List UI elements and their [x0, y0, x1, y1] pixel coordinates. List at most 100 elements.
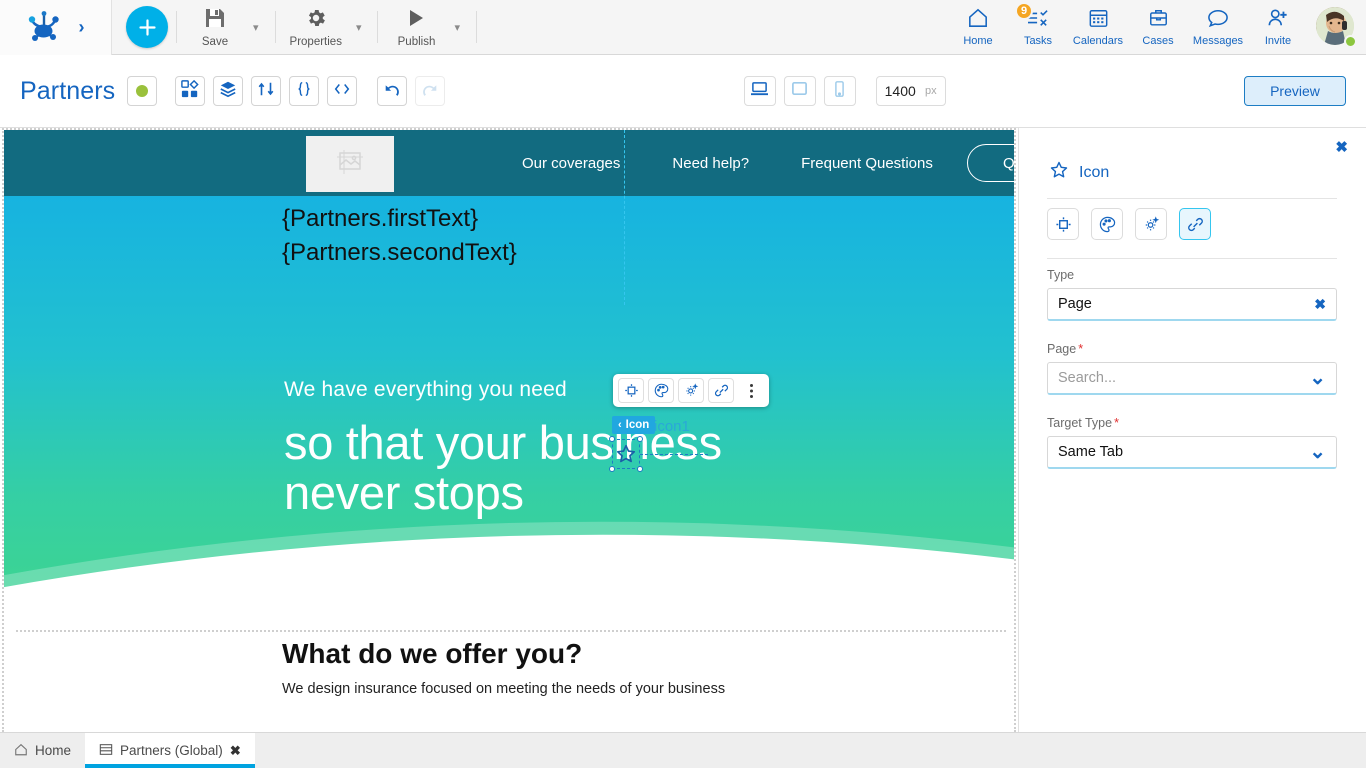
link-chain-icon[interactable] [708, 378, 734, 403]
close-icon[interactable]: ✖ [230, 743, 241, 759]
publish-button[interactable]: Publish [386, 2, 446, 52]
chevron-down-icon[interactable]: ⌄ [1309, 368, 1326, 388]
field-target-type-label: Target Type * [1047, 416, 1337, 430]
image-placeholder-icon [335, 149, 365, 180]
briefcase-icon [1148, 8, 1169, 33]
offer-section-subtitle[interactable]: We design insurance focused on meeting t… [282, 681, 725, 697]
canvas-width-value: 1400 [884, 83, 916, 99]
variable-text-block[interactable]: {Partners.firstText} {Partners.secondTex… [282, 202, 517, 270]
home-outline-icon [14, 743, 28, 759]
offer-section-title[interactable]: What do we offer you? [282, 638, 582, 670]
code-button[interactable] [327, 76, 358, 106]
redo-icon [421, 80, 439, 103]
selection-breadcrumb-badge[interactable]: ‹ Icon [612, 416, 656, 434]
nav-cases[interactable]: Cases [1128, 2, 1188, 52]
redo-button[interactable] [415, 76, 446, 106]
properties-button[interactable]: Properties [284, 2, 348, 52]
nav-tasks[interactable]: 9 Tasks [1008, 2, 1068, 52]
required-marker: * [1114, 416, 1119, 430]
avatar[interactable] [1316, 7, 1357, 48]
expand-panel-icon[interactable]: › [79, 18, 85, 36]
chevron-left-icon: ‹ [618, 419, 622, 431]
save-button[interactable]: Save [185, 2, 245, 52]
properties-dropdown-icon[interactable]: ▾ [348, 21, 370, 34]
tab-settings[interactable] [1135, 208, 1167, 240]
clear-icon[interactable]: ✖ [1314, 296, 1326, 313]
site-header: Our coverages Need help? Frequent Questi… [4, 130, 1014, 196]
platform-logo-icon[interactable] [27, 10, 61, 44]
resize-handle[interactable] [609, 436, 615, 442]
add-button[interactable] [126, 6, 168, 48]
layers-icon [219, 80, 237, 103]
publish-dropdown-icon[interactable]: ▾ [446, 21, 468, 34]
device-mobile-button[interactable] [823, 76, 856, 106]
site-preview: Our coverages Need help? Frequent Questi… [4, 130, 1014, 710]
nav-messages[interactable]: Messages [1188, 2, 1248, 52]
data-flow-icon [257, 80, 275, 103]
selection-badge-label: Icon [625, 419, 650, 431]
close-icon[interactable]: ✖ [1335, 138, 1348, 156]
save-disk-icon [204, 7, 226, 34]
layers-button[interactable] [213, 76, 244, 106]
move-resize-icon[interactable] [618, 378, 644, 403]
tab-link[interactable] [1179, 208, 1211, 240]
divider [1047, 198, 1337, 199]
nav-home-label: Home [963, 34, 993, 47]
device-tablet-button[interactable] [783, 76, 816, 106]
field-target-type-value: Same Tab [1058, 444, 1124, 460]
field-page-control[interactable]: Search... ⌄ [1047, 362, 1337, 395]
divider [377, 11, 379, 43]
data-flow-button[interactable] [251, 76, 282, 106]
site-nav-link[interactable]: Need help? [672, 155, 749, 172]
site-cta-button[interactable]: Q [967, 144, 1014, 182]
bottom-tab-home[interactable]: Home [0, 733, 85, 768]
undo-button[interactable] [377, 76, 408, 106]
braces-button[interactable] [289, 76, 320, 106]
nav-invite[interactable]: Invite [1248, 2, 1308, 52]
chevron-down-icon[interactable]: ⌄ [1309, 442, 1326, 462]
save-dropdown-icon[interactable]: ▾ [245, 21, 267, 34]
device-desktop-button[interactable] [743, 76, 776, 106]
divider [1047, 258, 1337, 259]
palette-icon[interactable] [648, 378, 674, 403]
field-type-control[interactable]: Page ✖ [1047, 288, 1337, 321]
editor-canvas[interactable]: Our coverages Need help? Frequent Questi… [0, 128, 1018, 732]
logo-zone: › [0, 0, 112, 55]
page-status-badge[interactable] [127, 76, 158, 106]
selected-icon-element[interactable] [609, 436, 643, 472]
tasks-badge: 9 [1015, 2, 1033, 20]
site-nav-link[interactable]: Our coverages [522, 155, 620, 172]
page-title: Partners [20, 76, 116, 105]
play-triangle-icon [405, 7, 427, 34]
components-grid-button[interactable] [175, 76, 206, 106]
alignment-guide [624, 130, 625, 305]
tab-layout[interactable] [1047, 208, 1079, 240]
undo-icon [383, 80, 401, 103]
site-nav-link[interactable]: Frequent Questions [801, 155, 933, 172]
tab-style[interactable] [1091, 208, 1123, 240]
divider [274, 11, 276, 43]
bottom-tab-partners[interactable]: Partners (Global) ✖ [85, 733, 255, 768]
field-page-label: Page * [1047, 342, 1337, 356]
resize-handle[interactable] [637, 436, 643, 442]
canvas-width-unit: px [925, 85, 937, 97]
preview-button[interactable]: Preview [1243, 76, 1346, 106]
nav-home[interactable]: Home [948, 2, 1008, 52]
chat-bubble-icon [1207, 8, 1229, 33]
field-target-type-control[interactable]: Same Tab ⌄ [1047, 436, 1337, 469]
page-toolbar: Partners 1400 px Preview [0, 55, 1366, 128]
element-floating-toolbar[interactable] [613, 374, 769, 407]
settings-sparkle-icon[interactable] [678, 378, 704, 403]
selected-element-name: icon1 [654, 418, 690, 435]
resize-handle[interactable] [609, 466, 615, 472]
top-toolbar: › Save ▾ Properties ▾ Publish ▾ Home 9 T… [0, 0, 1366, 55]
resize-handle[interactable] [637, 466, 643, 472]
hero-kicker: We have everything you need [284, 378, 567, 401]
site-logo-placeholder[interactable] [306, 136, 394, 192]
nav-calendars[interactable]: Calendars [1068, 2, 1128, 52]
desktop-icon [750, 80, 769, 102]
canvas-width-input[interactable]: 1400 px [875, 76, 946, 106]
properties-label: Properties [289, 35, 342, 48]
nav-messages-label: Messages [1192, 34, 1244, 47]
more-vertical-icon[interactable] [738, 378, 764, 403]
